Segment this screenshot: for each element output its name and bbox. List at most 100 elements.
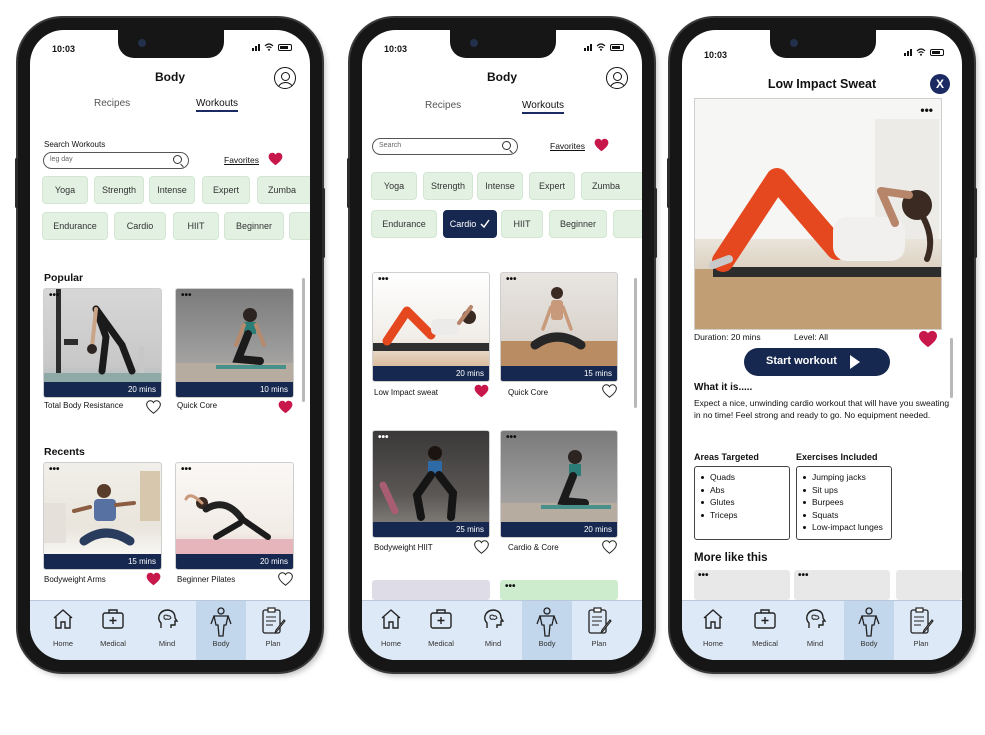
tab-workouts[interactable]: Workouts xyxy=(522,100,565,114)
scrollbar[interactable] xyxy=(950,338,953,398)
start-workout-button[interactable]: Start workout xyxy=(744,348,890,376)
notch xyxy=(770,30,876,58)
heart-outline-icon[interactable] xyxy=(146,400,161,414)
favorites-heart-icon[interactable] xyxy=(268,152,283,166)
nav-plan[interactable]: Plan xyxy=(574,601,624,660)
workout-card-total-body[interactable]: ••• 20 mins xyxy=(43,288,162,398)
card-menu-icon[interactable]: ••• xyxy=(378,274,389,285)
chip-expert[interactable]: Expert xyxy=(202,176,250,204)
chip-endurance[interactable]: Endurance xyxy=(371,210,437,238)
search-input[interactable]: leg day xyxy=(43,152,189,169)
profile-icon[interactable] xyxy=(606,67,628,89)
status-icons xyxy=(584,43,624,51)
chip-beginner[interactable]: Beginner xyxy=(224,212,284,240)
exercises-included-heading: Exercises Included xyxy=(796,452,878,462)
chip-cardio-selected[interactable]: Cardio xyxy=(443,210,497,238)
related-workout-card[interactable]: ••• xyxy=(694,570,790,600)
nav-medical[interactable]: Medical xyxy=(416,601,466,660)
card-menu-icon[interactable]: ••• xyxy=(506,274,517,285)
nav-mind[interactable]: Mind xyxy=(468,601,518,660)
nav-medical[interactable]: Medical xyxy=(88,601,138,660)
scrollbar[interactable] xyxy=(634,278,637,408)
tab-workouts[interactable]: Workouts xyxy=(196,98,239,112)
nav-body[interactable]: Body xyxy=(844,601,894,660)
search-input[interactable]: Search xyxy=(372,138,518,155)
chip-yoga[interactable]: Yoga xyxy=(371,172,417,200)
nav-plan[interactable]: Plan xyxy=(896,601,946,660)
chip-endurance[interactable]: Endurance xyxy=(42,212,108,240)
chip-yoga[interactable]: Yoga xyxy=(42,176,88,204)
nav-mind[interactable]: Mind xyxy=(790,601,840,660)
workout-card-cardio-core[interactable]: ••• 20 mins xyxy=(500,430,618,538)
related-workout-card[interactable] xyxy=(896,570,962,600)
search-icon[interactable] xyxy=(173,155,182,164)
profile-icon[interactable] xyxy=(274,67,296,89)
tab-recipes[interactable]: Recipes xyxy=(425,100,461,111)
card-menu-icon[interactable]: ••• xyxy=(181,464,192,475)
nav-plan[interactable]: Plan xyxy=(248,601,298,660)
search-icon[interactable] xyxy=(502,141,511,150)
workout-card-quick-core[interactable]: ••• 10 mins xyxy=(175,288,294,398)
heart-outline-icon[interactable] xyxy=(474,540,489,554)
heart-outline-icon[interactable] xyxy=(278,572,293,586)
favorites-link[interactable]: Favorites xyxy=(224,155,259,165)
nav-body[interactable]: Body xyxy=(522,601,572,660)
chip-intense[interactable]: Intense xyxy=(477,172,523,200)
workout-card-partial[interactable] xyxy=(372,580,490,600)
chip-more[interactable] xyxy=(289,212,310,240)
favorites-heart-icon[interactable] xyxy=(594,138,609,152)
related-workout-card[interactable]: ••• xyxy=(794,570,890,600)
close-button[interactable]: X xyxy=(930,74,950,94)
card-menu-icon[interactable]: ••• xyxy=(506,432,517,443)
chip-zumba[interactable]: Zumba xyxy=(257,176,310,204)
card-menu-icon[interactable]: ••• xyxy=(378,432,389,443)
workout-card-bodyweight-hiit[interactable]: ••• 25 mins xyxy=(372,430,490,538)
workout-card-quick-core[interactable]: ••• 15 mins xyxy=(500,272,618,382)
workout-photo xyxy=(695,99,941,329)
workout-card-partial[interactable]: ••• xyxy=(500,580,618,600)
workout-card-bodyweight-arms[interactable]: ••• 15 mins xyxy=(43,462,162,570)
card-menu-icon[interactable]: ••• xyxy=(49,290,60,301)
chip-cardio[interactable]: Cardio xyxy=(114,212,166,240)
notch xyxy=(118,30,224,58)
tab-recipes[interactable]: Recipes xyxy=(94,98,130,109)
areas-targeted-heading: Areas Targeted xyxy=(694,452,759,462)
nav-home[interactable]: Home xyxy=(38,601,88,660)
chip-more[interactable] xyxy=(613,210,642,238)
nav-home[interactable]: Home xyxy=(688,601,738,660)
heart-filled-icon[interactable] xyxy=(918,330,938,348)
what-it-is-heading: What it is..... xyxy=(694,382,753,393)
chip-zumba[interactable]: Zumba xyxy=(581,172,642,200)
chip-beginner[interactable]: Beginner xyxy=(549,210,607,238)
workout-card-beginner-pilates[interactable]: ••• 20 mins xyxy=(175,462,294,570)
nav-mind[interactable]: Mind xyxy=(142,601,192,660)
card-menu-icon[interactable]: ••• xyxy=(505,581,516,592)
heart-outline-icon[interactable] xyxy=(602,540,617,554)
heart-filled-icon[interactable] xyxy=(278,400,293,414)
workout-card-low-impact-sweat[interactable]: ••• 20 mins xyxy=(372,272,490,382)
card-menu-icon[interactable]: ••• xyxy=(181,290,192,301)
scrollbar[interactable] xyxy=(302,278,305,402)
bottom-nav: Home Medical Mind Body Plan xyxy=(30,600,310,660)
nav-body[interactable]: Body xyxy=(196,601,246,660)
favorites-link[interactable]: Favorites xyxy=(550,141,585,151)
page-title: Body xyxy=(487,70,517,84)
nav-medical[interactable]: Medical xyxy=(740,601,790,660)
chip-hiit[interactable]: HIIT xyxy=(501,210,543,238)
duration-bar: 20 mins xyxy=(501,522,617,537)
chip-expert[interactable]: Expert xyxy=(529,172,575,200)
heart-filled-icon[interactable] xyxy=(474,384,489,398)
duration-bar: 15 mins xyxy=(501,366,617,381)
image-menu-icon[interactable]: ••• xyxy=(920,103,933,117)
brain-head-icon xyxy=(484,609,505,628)
heart-filled-icon[interactable] xyxy=(146,572,161,586)
chip-strength[interactable]: Strength xyxy=(94,176,144,204)
nav-home[interactable]: Home xyxy=(366,601,416,660)
chip-strength[interactable]: Strength xyxy=(423,172,473,200)
card-menu-icon[interactable]: ••• xyxy=(49,464,60,475)
chip-intense[interactable]: Intense xyxy=(149,176,195,204)
chip-hiit[interactable]: HIIT xyxy=(173,212,219,240)
heart-outline-icon[interactable] xyxy=(602,384,617,398)
card-menu-icon[interactable]: ••• xyxy=(798,570,809,581)
card-menu-icon[interactable]: ••• xyxy=(698,570,709,581)
